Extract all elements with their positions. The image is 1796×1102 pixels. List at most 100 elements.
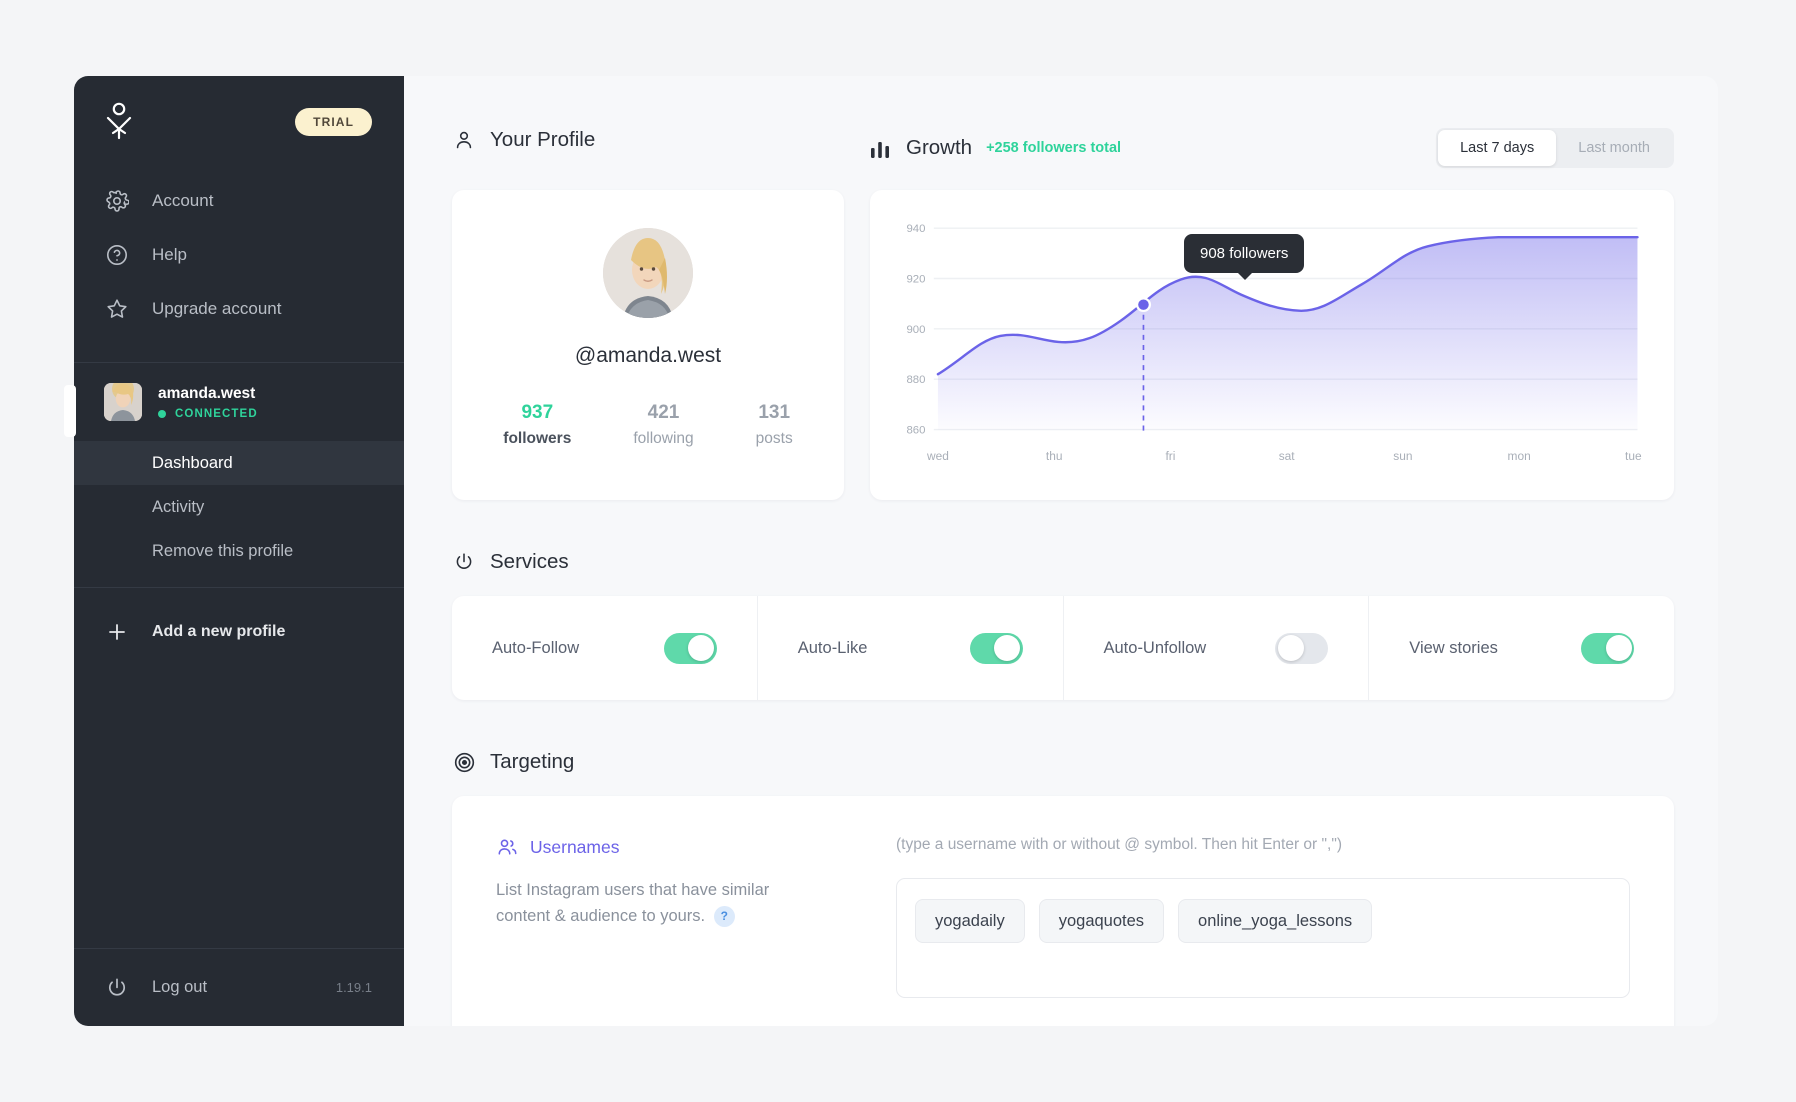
sidebar-item-activity[interactable]: Activity xyxy=(74,485,404,529)
sidebar-subitem-label: Dashboard xyxy=(152,453,233,472)
svg-text:880: 880 xyxy=(906,374,925,386)
stat-label: following xyxy=(633,430,694,447)
sidebar-header: TRIAL xyxy=(74,76,404,168)
growth-chart-card: 940 920 900 880 860 wed thu fri sat sun … xyxy=(870,190,1674,500)
profile-handle: @amanda.west xyxy=(574,344,722,367)
tag-chip[interactable]: yogaquotes xyxy=(1038,899,1165,943)
people-icon xyxy=(496,836,518,858)
brand-logo-icon[interactable] xyxy=(102,102,136,142)
sidebar-profile-name: amanda.west xyxy=(158,384,256,402)
service-label: Auto-Unfollow xyxy=(1103,638,1207,657)
growth-header: Growth +258 followers total Last 7 days … xyxy=(844,128,1674,168)
chart-tooltip: 908 followers xyxy=(1184,234,1305,280)
add-new-profile-label: Add a new profile xyxy=(152,623,286,640)
services-title: Services xyxy=(490,550,569,573)
svg-text:wed: wed xyxy=(926,450,949,463)
toggle-auto-like[interactable] xyxy=(969,632,1023,664)
page-title: Your Profile xyxy=(490,128,596,151)
svg-text:tue: tue xyxy=(1625,450,1642,463)
status-badge: CONNECTED xyxy=(158,408,258,420)
sidebar-profile-block: amanda.west CONNECTED Dashboard Activity… xyxy=(64,363,404,587)
stat-following: 421 following xyxy=(633,402,693,448)
logout-label: Log out xyxy=(152,978,208,996)
sidebar-item-dashboard[interactable]: Dashboard xyxy=(74,441,404,485)
service-label: Auto-Like xyxy=(797,638,868,657)
growth-chart[interactable]: 940 920 900 880 860 wed thu fri sat sun … xyxy=(884,208,1652,490)
usernames-description: List Instagram users that have similar c… xyxy=(496,878,806,929)
app-window: TRIAL Account Help Upgrade account amand… xyxy=(64,76,1718,1026)
target-icon xyxy=(452,750,476,774)
growth-subtitle: +258 followers total xyxy=(986,140,1122,156)
range-last-7-days[interactable]: Last 7 days xyxy=(1438,130,1557,166)
growth-title: Growth xyxy=(906,136,973,159)
stat-value: 421 xyxy=(647,402,680,423)
top-section-headers: Your Profile Growth +258 followers total… xyxy=(452,128,1674,168)
sidebar-item-upgrade-account[interactable]: Upgrade account xyxy=(74,282,404,336)
profile-stats: 937 followers 421 following 131 posts xyxy=(452,402,844,448)
range-last-month[interactable]: Last month xyxy=(1556,130,1672,166)
targeting-header: Targeting xyxy=(452,750,1674,774)
usernames-hint: (type a username with or without @ symbo… xyxy=(896,836,1342,853)
add-new-profile-button[interactable]: Add a new profile xyxy=(74,588,404,676)
sidebar: TRIAL Account Help Upgrade account amand… xyxy=(64,76,404,1026)
svg-text:940: 940 xyxy=(906,223,925,235)
stat-value: 937 xyxy=(521,402,554,423)
toggle-knob xyxy=(1277,635,1304,661)
sidebar-item-account[interactable]: Account xyxy=(74,174,404,228)
usernames-title: Usernames xyxy=(530,836,620,857)
svg-text:mon: mon xyxy=(1508,450,1531,463)
person-icon xyxy=(452,128,476,152)
toggle-knob xyxy=(994,635,1020,661)
svg-text:sun: sun xyxy=(1393,450,1412,463)
bar-chart-icon xyxy=(868,136,892,160)
svg-text:fri: fri xyxy=(1165,450,1175,463)
targeting-input-column: (type a username with or without @ symbo… xyxy=(896,836,1630,998)
stat-label: followers xyxy=(503,430,572,447)
status-dot-icon xyxy=(158,410,166,419)
profile-card: @amanda.west 937 followers 421 following… xyxy=(452,190,844,500)
gear-icon xyxy=(104,188,130,214)
sidebar-item-label: Account xyxy=(152,191,214,210)
main-content: Your Profile Growth +258 followers total… xyxy=(404,76,1718,1026)
usernames-input[interactable]: yogadaily yogaquotes online_yoga_lessons xyxy=(896,878,1630,998)
power-icon xyxy=(452,550,476,574)
stat-followers: 937 followers xyxy=(503,402,571,448)
stat-label: posts xyxy=(755,430,793,447)
toggle-auto-follow[interactable] xyxy=(663,632,717,664)
date-range-toggle: Last 7 days Last month xyxy=(1436,128,1674,168)
logout-button[interactable]: Log out xyxy=(104,975,207,1001)
tag-chip[interactable]: yogadaily xyxy=(915,899,1025,943)
service-auto-like: Auto-Like xyxy=(758,596,1064,700)
sidebar-item-remove-this-profile[interactable]: Remove this profile xyxy=(74,529,404,573)
trial-badge: TRIAL xyxy=(295,108,372,136)
service-auto-unfollow: Auto-Unfollow xyxy=(1064,596,1370,700)
svg-text:920: 920 xyxy=(906,274,925,286)
sidebar-item-label: Upgrade account xyxy=(152,299,282,318)
svg-text:thu: thu xyxy=(1046,450,1063,463)
targeting-card: Usernames List Instagram users that have… xyxy=(452,796,1674,1026)
service-auto-follow: Auto-Follow xyxy=(452,596,758,700)
toggle-knob xyxy=(688,635,715,661)
power-icon xyxy=(104,975,130,1001)
usernames-header: Usernames xyxy=(496,836,866,858)
sidebar-item-help[interactable]: Help xyxy=(74,228,404,282)
service-label: Auto-Follow xyxy=(492,638,580,657)
help-icon[interactable]: ? xyxy=(713,905,735,927)
sidebar-profile-row[interactable]: amanda.west CONNECTED xyxy=(64,363,404,441)
service-view-stories: View stories xyxy=(1369,596,1674,700)
sidebar-footer: Log out 1.19.1 xyxy=(74,948,404,1026)
active-profile-indicator xyxy=(64,385,76,437)
question-circle-icon xyxy=(104,242,130,268)
sidebar-subitem-label: Remove this profile xyxy=(152,541,294,560)
sidebar-subitem-label: Activity xyxy=(152,497,205,516)
stat-posts: 131 posts xyxy=(756,402,793,448)
services-card: Auto-Follow Auto-Like Auto-Unfollow View… xyxy=(452,596,1674,700)
svg-text:sat: sat xyxy=(1279,450,1296,463)
service-label: View stories xyxy=(1409,638,1498,657)
toggle-view-stories[interactable] xyxy=(1581,632,1634,664)
your-profile-header: Your Profile xyxy=(452,128,844,152)
toggle-auto-unfollow[interactable] xyxy=(1275,632,1329,664)
svg-text:900: 900 xyxy=(906,324,925,336)
tag-chip[interactable]: online_yoga_lessons xyxy=(1178,899,1373,943)
